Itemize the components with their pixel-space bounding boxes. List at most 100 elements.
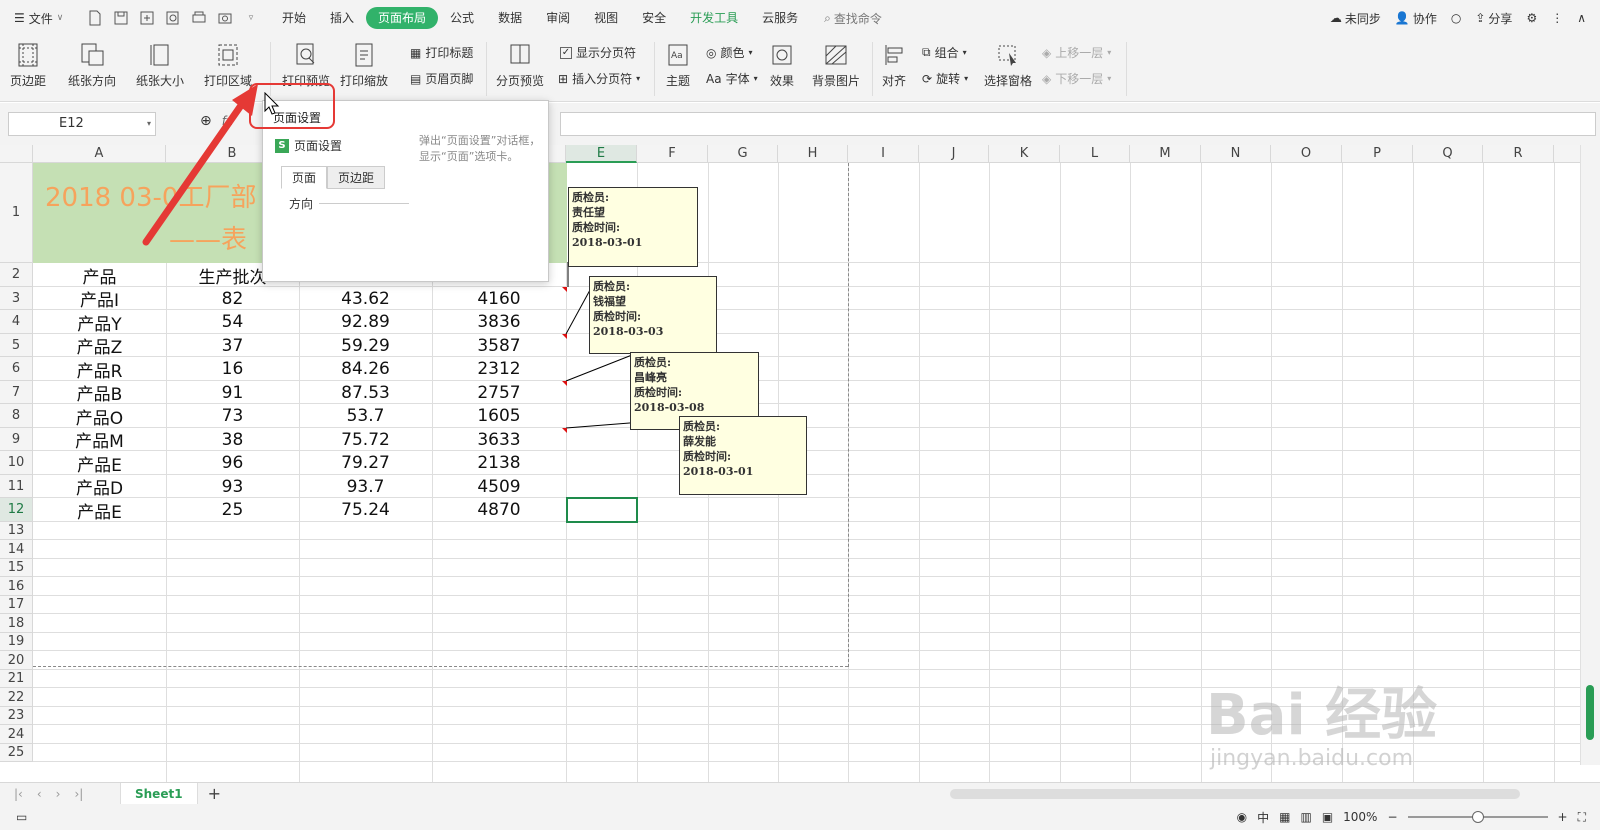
tab-developer[interactable]: 开发工具 [678,7,750,29]
file-menu[interactable]: ☰ 文件 ∨ [0,10,86,27]
comment-indicator[interactable] [562,287,567,292]
margins-button[interactable]: 页边距 [10,40,46,89]
column-header[interactable]: P [1342,145,1413,163]
print-titles-button[interactable]: ▦ 打印标题 [410,44,473,61]
column-header[interactable]: K [989,145,1060,163]
sheet-tab[interactable]: Sheet1 [120,782,198,805]
column-header[interactable]: H [778,145,848,163]
header-cell[interactable]: 产品 [33,263,166,288]
column-header[interactable]: Q [1413,145,1483,163]
table-cell[interactable]: 91 [166,381,299,404]
selection-pane-button[interactable]: 选择窗格 [984,40,1032,89]
table-cell[interactable]: 1605 [432,404,566,428]
zoom-slider-knob[interactable] [1471,811,1484,823]
page-break-view-icon[interactable]: ▣ [1322,810,1333,824]
vertical-scroll-thumb[interactable] [1586,685,1594,740]
page-layout-view-icon[interactable]: ▥ [1300,810,1311,824]
table-cell[interactable]: 产品M [33,428,166,452]
tab-view[interactable]: 视图 [582,7,630,29]
column-header[interactable]: O [1271,145,1342,163]
next-sheet-icon[interactable]: › [56,787,61,801]
tab-home[interactable]: 开始 [270,7,318,29]
orientation-button[interactable]: 纸张方向 [68,40,116,89]
first-sheet-icon[interactable]: |‹ [14,787,23,801]
row-header[interactable]: 3 [0,287,33,310]
column-header[interactable]: I [848,145,919,163]
collab-button[interactable]: 👤 协作 [1395,10,1437,27]
formula-input[interactable] [560,112,1596,136]
table-cell[interactable]: 产品R [33,357,166,382]
column-header[interactable]: F [637,145,708,163]
normal-view-icon[interactable]: ▦ [1279,810,1290,824]
table-cell[interactable]: 84.26 [299,357,432,381]
settings-button[interactable]: ⚙ [1526,11,1537,25]
eye-protection-icon[interactable]: ◉ [1237,810,1247,824]
table-cell[interactable]: 87.53 [299,381,432,404]
new-file-icon[interactable] [86,9,104,27]
align-button[interactable]: 对齐 [880,40,908,89]
rotate-button[interactable]: ⟳ 旋转 ▾ [922,70,968,87]
page-break-preview-button[interactable]: 分页预览 [496,40,544,89]
table-cell[interactable]: 37 [166,334,299,357]
table-cell[interactable]: 92.89 [299,310,432,334]
group-button[interactable]: ⧉ 组合 ▾ [922,44,967,61]
more-button[interactable]: ⋮ [1551,11,1563,25]
name-box[interactable]: E12 ▾ [8,112,156,136]
background-image-button[interactable]: 背景图片 [812,40,860,89]
comment-button[interactable]: ○ [1451,11,1461,25]
collapse-ribbon-button[interactable]: ∧ [1577,11,1586,25]
prev-sheet-icon[interactable]: ‹ [37,787,42,801]
column-header[interactable]: G [708,145,778,163]
tab-page-layout[interactable]: 页面布局 [366,7,439,29]
add-sheet-icon[interactable]: + [208,784,221,803]
send-backward-button[interactable]: ◈ 下移一层 ▾ [1042,70,1111,87]
row-header[interactable]: 14 [0,540,33,559]
row-header[interactable]: 25 [0,744,33,762]
horizontal-scrollbar[interactable] [950,789,1520,799]
table-cell[interactable]: 产品Y [33,310,166,335]
table-cell[interactable]: 4870 [432,498,566,522]
search-command[interactable]: ⌕ 查找命令 [824,10,882,27]
table-cell[interactable]: 3587 [432,334,566,357]
comment-indicator[interactable] [562,428,567,433]
last-sheet-icon[interactable]: ›| [74,787,83,801]
row-header[interactable]: 8 [0,404,33,428]
print-preview-quick-icon[interactable] [164,9,182,27]
zoom-level[interactable]: 100% [1343,810,1377,824]
row-header[interactable]: 5 [0,334,33,357]
table-cell[interactable]: 产品D [33,475,166,499]
zoom-in-icon[interactable]: + [1558,810,1568,824]
table-cell[interactable]: 82 [166,287,299,310]
table-cell[interactable]: 产品I [33,287,166,311]
table-cell[interactable]: 产品E [33,451,166,476]
row-header[interactable]: 21 [0,670,33,688]
row-header[interactable]: 20 [0,651,33,670]
table-cell[interactable]: 59.29 [299,334,432,357]
table-cell[interactable]: 2757 [432,381,566,404]
table-cell[interactable]: 2312 [432,357,566,381]
row-header[interactable]: 10 [0,451,33,475]
comment-indicator[interactable] [562,381,567,386]
cell-comment[interactable]: 质检员: 钱福望 质检时间: 2018-03-03 [589,276,717,354]
comment-indicator[interactable] [562,334,567,339]
column-header[interactable]: L [1060,145,1130,163]
print-icon[interactable] [190,9,208,27]
print-preview-button[interactable]: 打印预览 [282,40,330,89]
select-all-corner[interactable] [0,145,33,163]
paper-size-button[interactable]: 纸张大小 [136,40,184,89]
column-header-selected[interactable]: E [566,145,637,163]
row-header[interactable]: 6 [0,357,33,381]
table-cell[interactable]: 25 [166,498,299,522]
tab-insert[interactable]: 插入 [318,7,366,29]
table-cell[interactable]: 79.27 [299,451,432,475]
share-button[interactable]: ⇪ 分享 [1475,10,1512,27]
table-cell[interactable]: 73 [166,404,299,428]
row-header[interactable]: 24 [0,725,33,744]
table-cell[interactable]: 43.62 [299,287,432,310]
customize-quick-access-icon[interactable]: ▿ [242,9,260,27]
camera-icon[interactable] [216,9,234,27]
active-cell-e12[interactable] [566,497,638,523]
row-header[interactable]: 22 [0,688,33,707]
vertical-scrollbar[interactable] [1580,145,1600,765]
colors-button[interactable]: ◎ 颜色 ▾ [706,44,753,61]
